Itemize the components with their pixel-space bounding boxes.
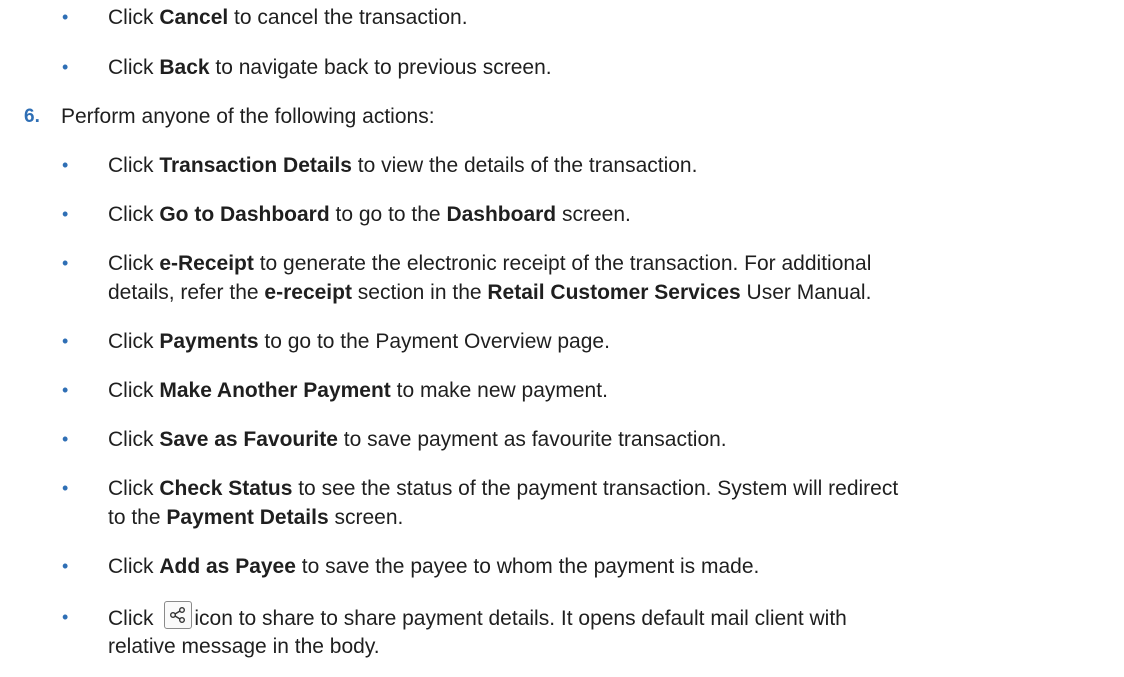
item-text: section in the xyxy=(351,281,488,304)
item-text: User Manual. xyxy=(740,281,872,304)
bullet: • xyxy=(62,155,69,175)
item-text: Click xyxy=(108,56,160,79)
cancel-label: Cancel xyxy=(159,6,229,29)
item-text: to go to the Payment Overview page. xyxy=(258,330,610,353)
item-text: screen. xyxy=(328,506,404,529)
item-text: Click xyxy=(108,555,160,578)
item-text: to cancel the transaction. xyxy=(228,6,468,29)
bullet: • xyxy=(62,478,69,498)
item-text: to the xyxy=(108,506,167,529)
item-text: to see the status of the payment transac… xyxy=(292,477,899,500)
item-text: Click xyxy=(108,203,160,226)
check-status-label: Check Status xyxy=(159,477,293,500)
retail-customer-services-label: Retail Customer Services xyxy=(487,281,741,304)
bullet: • xyxy=(62,7,69,27)
bullet: • xyxy=(62,204,69,224)
item-text: to generate the electronic receipt of th… xyxy=(253,252,872,275)
payment-details-label: Payment Details xyxy=(166,506,329,529)
item-text: details, refer the xyxy=(108,281,265,304)
item-text: Click xyxy=(108,330,160,353)
item-text: to save payment as favourite transaction… xyxy=(337,428,727,451)
item-text: to save the payee to whom the payment is… xyxy=(295,555,760,578)
payments-label: Payments xyxy=(159,330,259,353)
item-text: screen. xyxy=(556,203,631,226)
item-text: to view the details of the transaction. xyxy=(351,154,698,177)
item-text: icon to share to share payment details. … xyxy=(194,607,847,630)
make-another-payment-label: Make Another Payment xyxy=(159,379,391,402)
bullet: • xyxy=(62,607,69,627)
item-text: Click xyxy=(108,379,160,402)
add-as-payee-label: Add as Payee xyxy=(159,555,296,578)
document-page: • Click Cancel to cancel the transaction… xyxy=(0,0,1124,677)
back-label: Back xyxy=(159,56,210,79)
item-text: to make new payment. xyxy=(390,379,608,402)
share-icon xyxy=(164,601,193,629)
go-to-dashboard-label: Go to Dashboard xyxy=(159,203,330,226)
save-as-favourite-label: Save as Favourite xyxy=(159,428,338,451)
bullet: • xyxy=(62,556,69,576)
bullet: • xyxy=(62,57,69,77)
e-receipt-label: e-Receipt xyxy=(159,252,254,275)
item-text: to navigate back to previous screen. xyxy=(209,56,552,79)
e-receipt-section-label: e-receipt xyxy=(264,281,352,304)
bullet: • xyxy=(62,331,69,351)
item-text: Click xyxy=(108,154,160,177)
item-text: Click xyxy=(108,607,160,630)
item-text: to go to the xyxy=(329,203,447,226)
item-text: Click xyxy=(108,6,160,29)
bullet: • xyxy=(62,429,69,449)
dashboard-label: Dashboard xyxy=(446,203,557,226)
step-number: 6. xyxy=(24,106,40,127)
item-text: relative message in the body. xyxy=(108,635,380,658)
bullet: • xyxy=(62,253,69,273)
bullet: • xyxy=(62,380,69,400)
item-text: Click xyxy=(108,477,160,500)
transaction-details-label: Transaction Details xyxy=(159,154,352,177)
step-text: Perform anyone of the following actions: xyxy=(61,105,435,128)
item-text: Click xyxy=(108,428,160,451)
item-text: Click xyxy=(108,252,160,275)
